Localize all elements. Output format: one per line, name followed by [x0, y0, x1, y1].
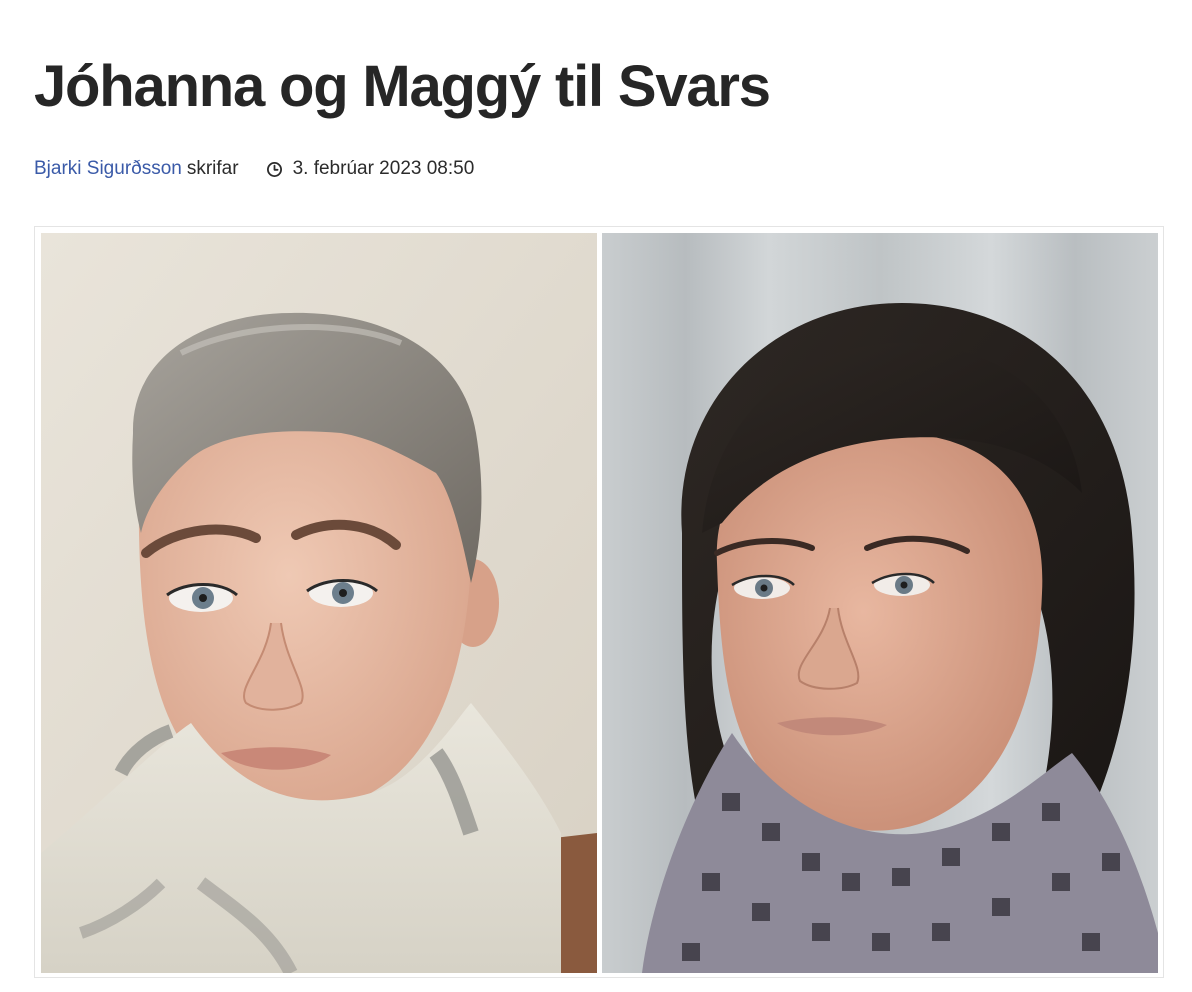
publish-date: 3. febrúar 2023 08:50 [292, 158, 475, 179]
article-headline: Jóhanna og Maggý til Svars [34, 54, 771, 119]
portrait-left-photo [41, 233, 597, 973]
article-photo[interactable] [34, 226, 1164, 978]
byline: Bjarki Sigurðsson skrifar 3. febrúar 202… [34, 156, 474, 182]
portrait-right-photo [602, 233, 1158, 973]
clock-icon [266, 161, 283, 178]
publish-time: 3. febrúar 2023 08:50 [266, 156, 475, 182]
author-role: skrifar [186, 158, 239, 179]
author-link[interactable]: Bjarki Sigurðsson [34, 156, 182, 182]
article: Jóhanna og Maggý til Svars Bjarki Sigurð… [0, 0, 1192, 992]
